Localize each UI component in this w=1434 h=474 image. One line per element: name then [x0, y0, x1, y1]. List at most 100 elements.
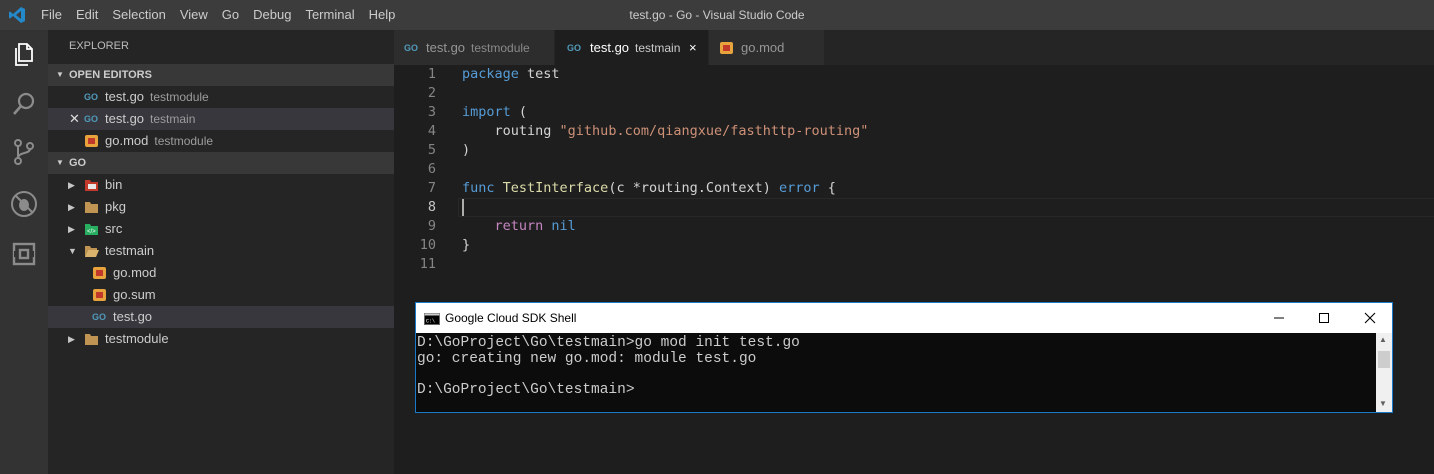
- tree-item-testmodule[interactable]: ▶ testmodule: [48, 328, 394, 350]
- line-number: 5: [427, 142, 436, 158]
- go-file-icon: GO: [404, 43, 418, 53]
- tree-item-testmain[interactable]: ▼ testmain: [48, 240, 394, 262]
- code-line: ): [462, 142, 471, 158]
- line-number: 9: [427, 218, 436, 234]
- search-icon[interactable]: [10, 90, 38, 118]
- open-editor-name: test.go: [105, 111, 145, 126]
- line-number: 3: [427, 104, 436, 120]
- terminal-output[interactable]: D:\GoProject\Go\testmain>go mod init tes…: [416, 333, 1376, 412]
- code-line: import (: [462, 104, 528, 120]
- scroll-thumb[interactable]: [1378, 351, 1390, 368]
- maximize-icon[interactable]: [1312, 307, 1336, 329]
- svg-text:GO: GO: [84, 92, 98, 102]
- open-editor-desc: testmain: [150, 112, 196, 126]
- vscode-logo-icon: [9, 7, 25, 23]
- go-file-icon: GO: [84, 114, 98, 124]
- tree-item-test-go[interactable]: GO test.go: [48, 306, 394, 328]
- mod-file-icon: [720, 42, 733, 54]
- line-number: 8: [427, 199, 436, 215]
- tree-item-go-mod[interactable]: go.mod: [48, 262, 394, 284]
- line-number: 1: [427, 66, 436, 82]
- open-editor-item[interactable]: ✕ GO test.go testmain: [48, 108, 394, 130]
- chevron-down-icon: ▼: [56, 158, 64, 167]
- menu-file[interactable]: File: [34, 0, 69, 30]
- close-tab-icon[interactable]: ×: [689, 30, 697, 65]
- scroll-up-icon[interactable]: ▲: [1379, 335, 1387, 344]
- src-folder-icon: </>: [85, 224, 98, 235]
- open-editor-desc: testmodule: [150, 90, 209, 104]
- code-line: package test: [462, 66, 560, 82]
- menu-view[interactable]: View: [173, 0, 215, 30]
- cmd-icon: C:\: [424, 313, 440, 325]
- line-number: 11: [419, 256, 436, 272]
- terminal-scrollbar[interactable]: ▲ ▼: [1376, 333, 1392, 412]
- close-icon[interactable]: [1358, 307, 1382, 329]
- code-line: return nil: [494, 218, 576, 234]
- folder-icon: [85, 202, 98, 213]
- tree-item-src[interactable]: ▶ </> src: [48, 218, 394, 240]
- terminal-line: go: creating new go.mod: module test.go: [417, 351, 757, 367]
- folder-open-icon: [85, 246, 99, 257]
- menu-terminal[interactable]: Terminal: [298, 0, 361, 30]
- open-editor-desc: testmodule: [154, 134, 214, 148]
- minimize-icon[interactable]: [1267, 307, 1291, 329]
- tree-item-go-sum[interactable]: go.sum: [48, 284, 394, 306]
- tab-test-go-testmain[interactable]: GO test.go testmain ×: [555, 30, 708, 65]
- chevron-right-icon: ▶: [68, 334, 75, 344]
- tab-go-mod[interactable]: go.mod: [709, 30, 824, 65]
- terminal-line: D:\GoProject\Go\testmain>go mod init tes…: [417, 335, 800, 351]
- debug-icon[interactable]: [10, 190, 38, 218]
- terminal-window[interactable]: C:\ Google Cloud SDK Shell D:\GoProject\…: [415, 302, 1393, 413]
- menu-bar: File Edit Selection View Go Debug Termin…: [34, 0, 402, 30]
- terminal-line: D:\GoProject\Go\testmain>: [417, 382, 635, 398]
- tab-test-go-testmodule[interactable]: GO test.go testmodule: [394, 30, 554, 65]
- svg-text:GO: GO: [404, 43, 418, 53]
- line-number: 7: [427, 180, 436, 196]
- activity-bar: [0, 30, 48, 474]
- menu-help[interactable]: Help: [362, 0, 403, 30]
- open-editors-header[interactable]: ▼ OPEN EDITORS: [48, 64, 394, 86]
- mod-file-icon: [85, 135, 98, 147]
- sidebar-title: EXPLORER: [69, 40, 129, 52]
- chevron-down-icon: ▼: [68, 246, 77, 256]
- svg-text:GO: GO: [84, 114, 98, 124]
- tree-item-pkg[interactable]: ▶ pkg: [48, 196, 394, 218]
- menu-selection[interactable]: Selection: [105, 0, 172, 30]
- open-editor-item[interactable]: GO test.go testmodule: [48, 86, 394, 108]
- mod-file-icon: [93, 267, 106, 279]
- go-file-icon: GO: [567, 43, 581, 53]
- menu-debug[interactable]: Debug: [246, 0, 298, 30]
- folder-icon: [85, 334, 98, 345]
- go-file-icon: GO: [92, 312, 106, 322]
- folder-go-header[interactable]: ▼ GO: [48, 152, 394, 174]
- open-editor-item[interactable]: go.mod testmodule: [48, 130, 394, 152]
- line-number: 4: [427, 123, 436, 139]
- explorer-sidebar: EXPLORER ▼ OPEN EDITORS GO test.go testmo…: [48, 30, 394, 474]
- svg-text:GO: GO: [92, 312, 106, 322]
- code-line: routing "github.com/qiangxue/fasthttp-ro…: [462, 123, 869, 139]
- chevron-right-icon: ▶: [68, 224, 75, 234]
- terminal-title: Google Cloud SDK Shell: [445, 311, 577, 325]
- explorer-icon[interactable]: [10, 40, 38, 68]
- line-number: 6: [427, 161, 436, 177]
- source-control-icon[interactable]: [10, 138, 38, 166]
- extensions-icon[interactable]: [10, 240, 38, 268]
- close-icon[interactable]: ✕: [69, 108, 80, 130]
- scroll-down-icon[interactable]: ▼: [1379, 399, 1387, 408]
- svg-text:C:\: C:\: [426, 319, 435, 325]
- svg-text:GO: GO: [567, 43, 581, 53]
- menu-go[interactable]: Go: [215, 0, 246, 30]
- chevron-right-icon: ▶: [68, 180, 75, 190]
- editor-tab-bar: GO test.go testmodule GO test.go testmain …: [394, 30, 1434, 65]
- open-editor-name: test.go: [105, 89, 145, 104]
- svg-text:</>: </>: [87, 229, 96, 235]
- code-line: }: [462, 237, 471, 253]
- code-line: func TestInterface(c *routing.Context) e…: [462, 180, 836, 196]
- menu-edit[interactable]: Edit: [69, 0, 105, 30]
- tree-item-bin[interactable]: ▶ bin: [48, 174, 394, 196]
- bin-folder-icon: [85, 180, 98, 191]
- mod-file-icon: [93, 289, 106, 301]
- chevron-down-icon: ▼: [56, 70, 64, 79]
- line-number: 10: [419, 237, 436, 253]
- open-editor-name: go.mod: [105, 133, 149, 148]
